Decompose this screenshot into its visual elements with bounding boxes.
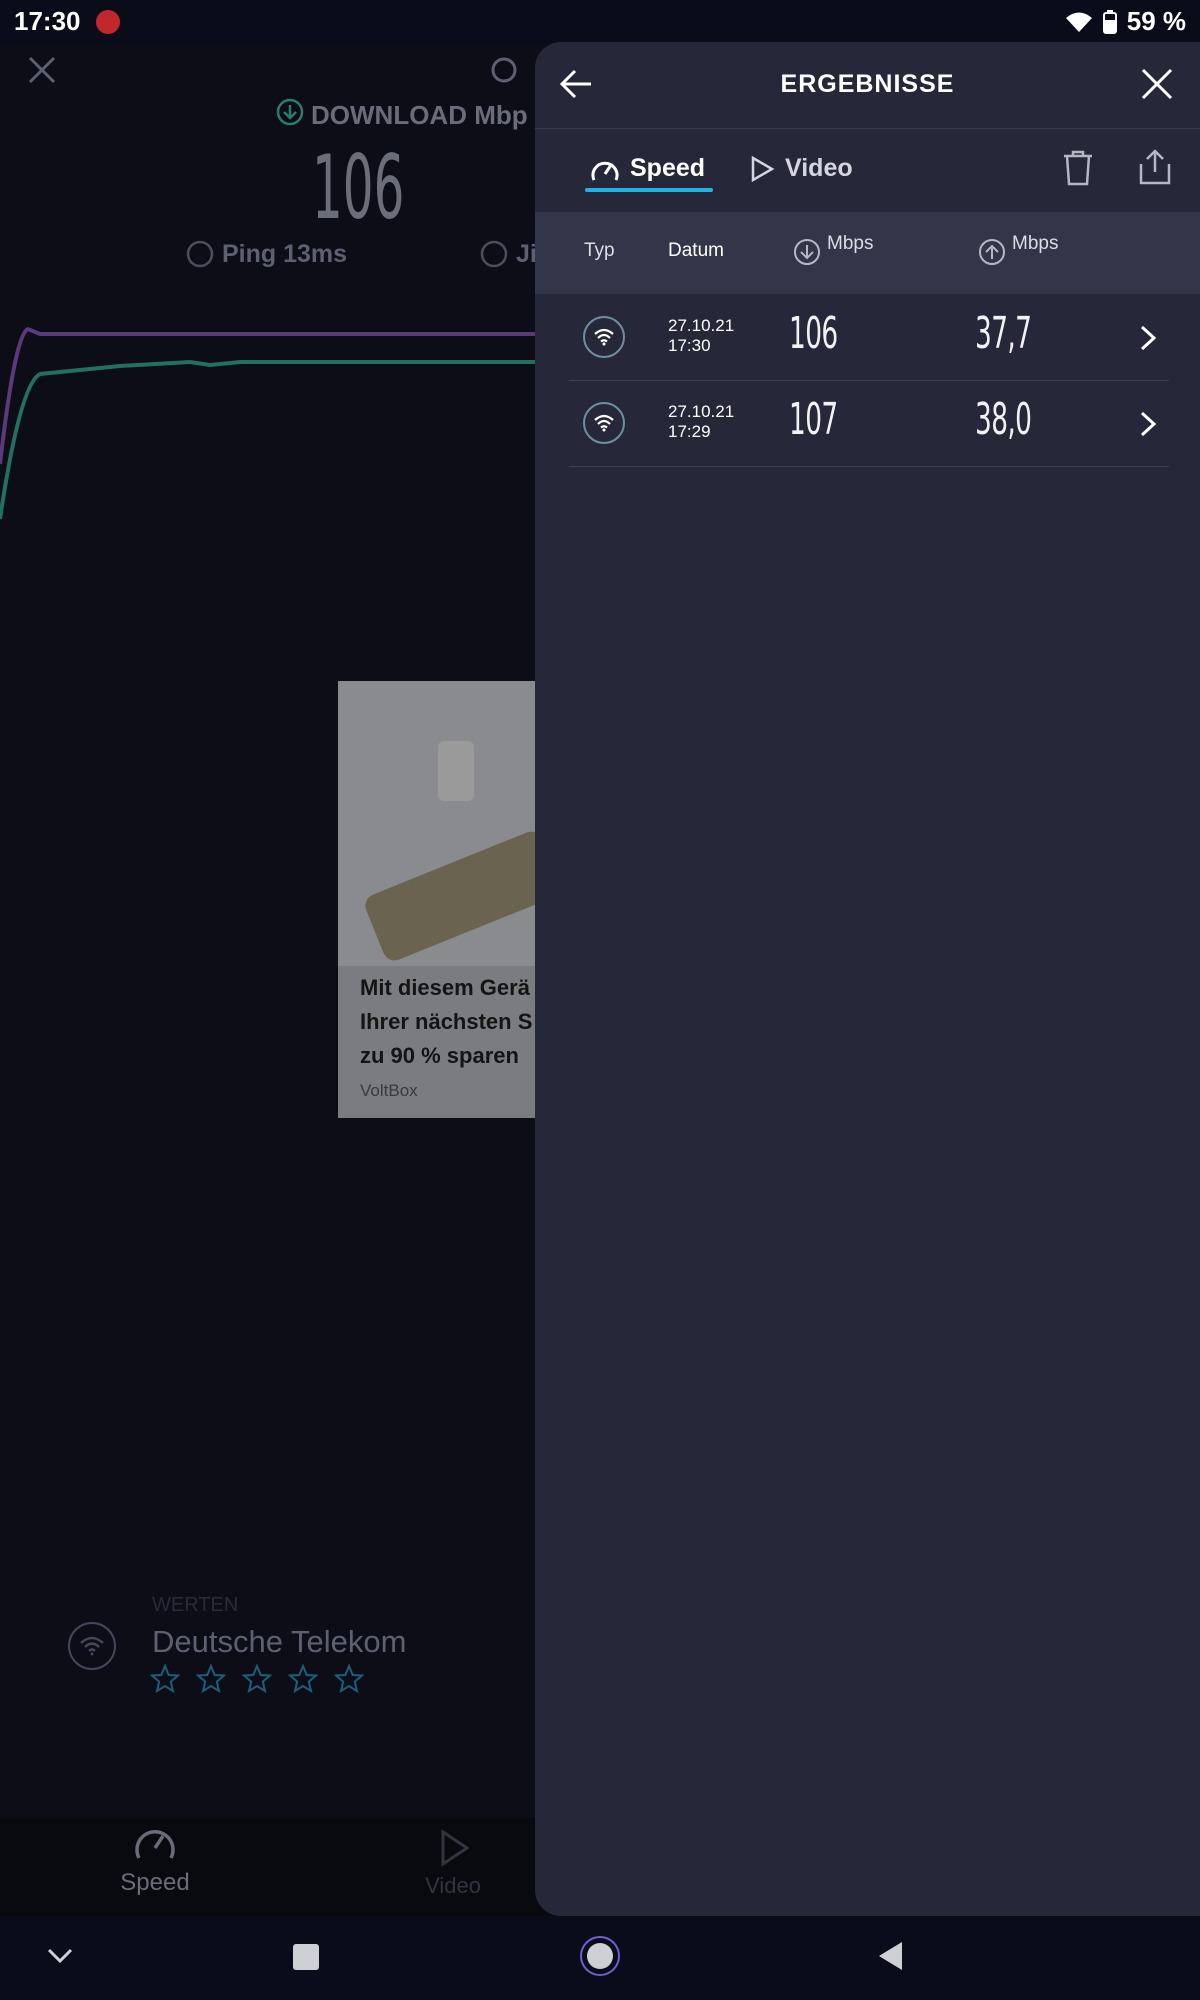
speed-graph [0,326,540,520]
result-download: 107 [789,394,838,445]
upload-arrow-icon [979,239,1005,265]
wifi-icon [594,328,614,346]
jitter-icon [480,240,508,268]
bottom-tab-speed[interactable]: Speed [110,1824,200,1897]
rating-stars[interactable] [150,1664,364,1694]
chevron-down-icon[interactable] [46,1946,74,1966]
result-date-value: 27.10.21 [668,402,735,421]
column-date[interactable]: Datum [668,240,724,262]
download-label: DOWNLOAD Mbp [311,100,528,130]
bottom-tab-video[interactable]: Video [408,1828,498,1899]
system-navigation-bar [0,1916,1200,2000]
ad-title: Mit diesem Gerä Ihrer nächsten S zu 90 %… [360,975,533,1068]
column-type-label: Typ [584,240,615,261]
result-upload: 38,0 [975,394,1032,445]
tab-speed-label: Speed [630,154,706,182]
star-icon[interactable] [334,1664,364,1694]
tab-video-label: Video [785,154,853,182]
star-icon[interactable] [196,1664,226,1694]
trash-icon[interactable] [1062,150,1094,186]
column-upload[interactable]: Mbps [978,233,1058,266]
result-row[interactable]: 27.10.21 17:30 106 37,7 [569,296,1169,381]
network-type-icon [583,316,625,358]
panel-header: ERGEBNISSE [535,42,1200,129]
ad-image [338,681,538,966]
bottom-tab-speed-label: Speed [120,1869,190,1896]
results-panel: ERGEBNISSE Speed Video Typ Datum Mbps Mb… [535,42,1200,1916]
network-type-icon [68,1622,116,1670]
gauge-icon [491,57,517,83]
result-time-value: 17:29 [668,422,711,441]
result-download: 106 [789,308,838,359]
bottom-tab-video-label: Video [425,1873,481,1898]
star-icon[interactable] [150,1664,180,1694]
battery-icon [1102,9,1117,34]
close-icon[interactable] [28,56,56,84]
share-icon[interactable] [1137,148,1173,186]
battery-level: 59 % [1126,6,1186,36]
speed-gauge-icon [591,161,619,181]
result-row[interactable]: 27.10.21 17:29 107 38,0 [569,382,1169,467]
jitter-label: Ji [516,240,537,268]
column-upload-label: Mbps [1012,233,1059,254]
column-download-label: Mbps [827,233,874,254]
column-download[interactable]: Mbps [793,233,873,266]
back-triangle-icon[interactable] [876,1940,904,1972]
wifi-icon [80,1636,104,1656]
ad-source: VoltBox [360,1081,418,1100]
wifi-status-icon [1065,12,1092,32]
play-icon [751,155,775,182]
tab-speed[interactable]: Speed [590,154,705,183]
close-panel-icon[interactable] [1141,68,1173,100]
provider-name: Deutsche Telekom [152,1624,407,1659]
column-type: Typ [584,240,615,262]
star-icon[interactable] [242,1664,272,1694]
result-date-value: 27.10.21 [668,316,735,335]
result-upload: 37,7 [975,308,1032,359]
notification-app-icon [96,10,120,34]
chevron-right-icon[interactable] [1139,410,1157,438]
tab-video[interactable]: Video [749,154,853,183]
active-tab-indicator [585,188,713,192]
speed-gauge-icon [135,1830,175,1859]
column-date-label: Datum [668,240,724,261]
download-value: 106 [312,136,405,239]
result-time-value: 17:30 [668,336,711,355]
panel-title: ERGEBNISSE [780,70,955,98]
result-date: 27.10.21 17:30 [668,316,734,356]
play-icon [441,1829,470,1867]
status-bar: 17:30 59 % [0,0,1200,44]
star-icon[interactable] [288,1664,318,1694]
ping-label: Ping 13ms [222,240,348,268]
status-time: 17:30 [14,6,81,36]
status-right: 59 % [1065,6,1186,37]
wifi-icon [594,414,614,432]
ad-card[interactable]: Mit diesem Gerä Ihrer nächsten S zu 90 %… [338,681,538,1118]
home-button[interactable] [580,1936,620,1976]
download-arrow-icon [276,98,304,126]
network-type-icon [583,402,625,444]
rating-hint: WERTEN [152,1594,239,1616]
result-date: 27.10.21 17:29 [668,402,734,442]
chevron-right-icon[interactable] [1139,324,1157,352]
download-arrow-icon [794,239,820,265]
ping-icon [186,240,214,268]
recents-button[interactable] [293,1944,319,1970]
